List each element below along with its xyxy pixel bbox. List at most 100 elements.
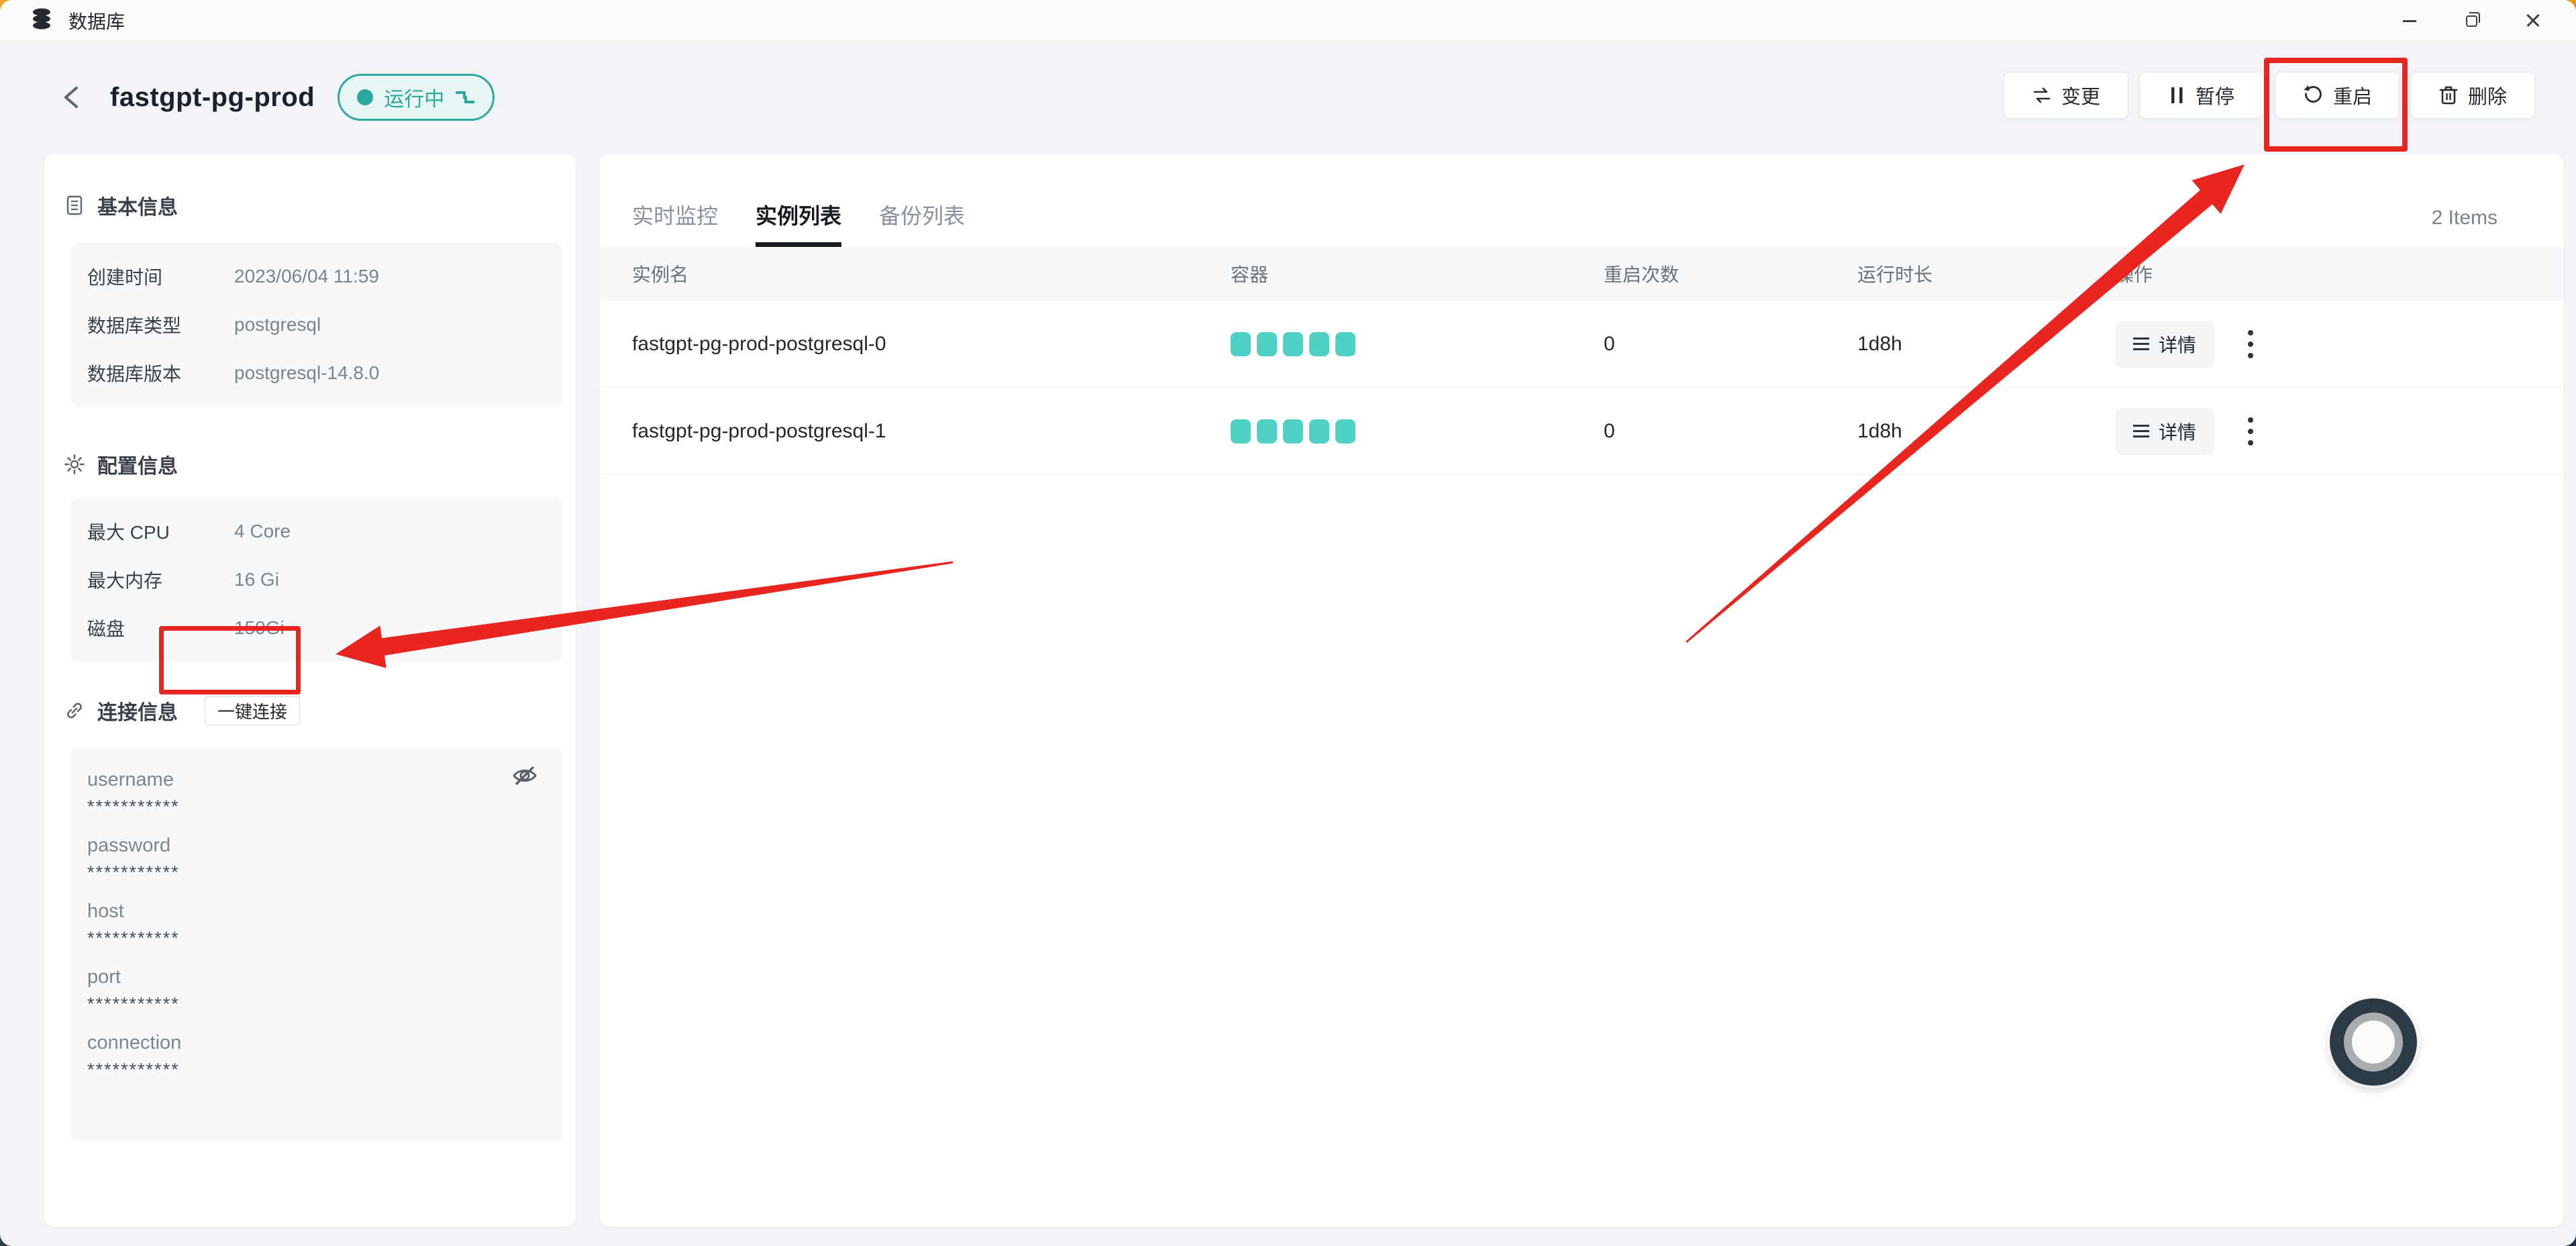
info-label: 最大内存: [87, 566, 234, 593]
column-instance-name: 实例名: [600, 260, 1231, 287]
pause-button-label: 暂停: [2196, 81, 2234, 109]
gear-icon: [64, 454, 85, 475]
column-runtime: 运行时长: [1857, 260, 2115, 287]
credential-label: port: [87, 966, 542, 988]
detail-button-label: 详情: [2159, 331, 2196, 358]
activity-pulse-icon: [455, 87, 475, 107]
tabs: 实时监控 实例列表 备份列表: [632, 199, 1002, 247]
status-badge[interactable]: 运行中: [338, 74, 495, 121]
toggle-secret-visibility-button[interactable]: [507, 758, 542, 793]
back-button[interactable]: [59, 77, 90, 117]
minimize-button[interactable]: [2379, 0, 2440, 42]
tabs-row: 实时监控 实例列表 备份列表 2 Items: [600, 154, 2563, 247]
info-value: 16 Gi: [234, 569, 279, 590]
row-menu-kebab-icon[interactable]: [2244, 326, 2257, 362]
pod-square: [1309, 419, 1329, 444]
pod-square: [1335, 332, 1355, 356]
minimize-icon: [2403, 20, 2416, 22]
column-operations: 操作: [2115, 260, 2563, 287]
info-row: 数据库版本 postgresql-14.8.0: [70, 349, 562, 397]
restart-button[interactable]: 重启: [2275, 72, 2400, 119]
change-button[interactable]: 变更: [2004, 72, 2128, 119]
credential-label: username: [87, 769, 542, 791]
restart-count: 0: [1604, 333, 1857, 356]
detail-button[interactable]: 详情: [2115, 408, 2214, 455]
eye-off-icon: [509, 760, 540, 791]
pod-square: [1257, 419, 1277, 444]
pod-square: [1283, 332, 1303, 356]
tab-instance-list[interactable]: 实例列表: [756, 199, 841, 247]
row-menu-kebab-icon[interactable]: [2244, 413, 2257, 450]
restart-icon: [2302, 85, 2324, 106]
status-label: 运行中: [384, 83, 444, 112]
page-title: fastgpt-pg-prod: [110, 83, 315, 113]
restart-count: 0: [1604, 420, 1857, 443]
credential-masked-value: ***********: [87, 796, 542, 817]
tab-backup-list[interactable]: 备份列表: [879, 199, 965, 247]
column-containers: 容器: [1231, 260, 1604, 287]
info-row: 数据库类型 postgresql: [70, 301, 562, 349]
config-info-panel: 最大 CPU 4 Core 最大内存 16 Gi 磁盘 150Gi: [70, 498, 562, 662]
one-click-connect-button[interactable]: 一键连接: [205, 696, 300, 725]
credential-label: password: [87, 835, 542, 857]
connection-info-header: 连接信息 一键连接: [64, 694, 576, 727]
window-titlebar: 数据库: [0, 0, 2576, 42]
config-info-title: 配置信息: [97, 450, 178, 479]
document-icon: [64, 195, 85, 216]
restart-button-label: 重启: [2333, 81, 2372, 109]
pause-button[interactable]: 暂停: [2139, 72, 2264, 119]
table-row[interactable]: fastgpt-pg-prod-postgresql-0 0 1d8h 详情: [600, 301, 2563, 388]
runtime: 1d8h: [1857, 420, 2115, 443]
credential-field: password ***********: [87, 835, 542, 883]
chevron-left-icon: [59, 83, 86, 112]
detail-button[interactable]: 详情: [2115, 321, 2214, 368]
list-lines-icon: [2133, 334, 2149, 354]
info-row: 最大内存 16 Gi: [70, 556, 562, 604]
credential-label: connection: [87, 1032, 542, 1054]
info-label: 最大 CPU: [87, 518, 234, 545]
basic-info-title: 基本信息: [97, 191, 178, 220]
link-icon: [64, 700, 85, 721]
app-window: 数据库 fastgpt-pg-prod 运行中 变更: [0, 0, 2576, 1246]
info-value: 4 Core: [234, 521, 291, 542]
pod-status-squares: [1231, 419, 1604, 444]
runtime: 1d8h: [1857, 333, 2115, 356]
credential-masked-value: ***********: [87, 928, 542, 949]
tab-realtime-monitoring[interactable]: 实时监控: [632, 199, 718, 247]
info-row: 创建时间 2023/06/04 11:59: [70, 252, 562, 301]
window-controls: [2379, 0, 2564, 42]
close-icon: [2526, 13, 2540, 28]
page-header: fastgpt-pg-prod 运行中: [59, 67, 495, 127]
header-actions: 变更 暂停 重启 删除: [2004, 72, 2535, 119]
trash-icon: [2438, 85, 2459, 106]
pod-square: [1257, 332, 1277, 356]
restore-button[interactable]: [2440, 0, 2502, 42]
detail-button-label: 详情: [2159, 418, 2196, 445]
info-row: 磁盘 150Gi: [70, 604, 562, 652]
connection-info-panel: username *********** password **********…: [70, 749, 562, 1141]
database-app-icon: [30, 7, 54, 34]
info-label: 磁盘: [87, 615, 234, 641]
instance-name: fastgpt-pg-prod-postgresql-0: [600, 333, 1231, 356]
table-row[interactable]: fastgpt-pg-prod-postgresql-1 0 1d8h 详情: [600, 388, 2563, 475]
table-header: 实例名 容器 重启次数 运行时长 操作: [600, 247, 2563, 301]
credential-field: username ***********: [87, 769, 542, 817]
delete-button[interactable]: 删除: [2410, 72, 2535, 119]
basic-info-header: 基本信息: [64, 154, 576, 220]
info-value: postgresql: [234, 314, 321, 335]
credential-masked-value: ***********: [87, 1059, 542, 1080]
change-button-label: 变更: [2061, 81, 2100, 109]
info-label: 创建时间: [87, 263, 234, 290]
connection-info-title: 连接信息: [97, 696, 178, 725]
credential-field: connection ***********: [87, 1032, 542, 1080]
instance-name: fastgpt-pg-prod-postgresql-1: [600, 420, 1231, 443]
pod-square: [1335, 419, 1355, 444]
close-button[interactable]: [2502, 0, 2564, 42]
pod-status-squares: [1231, 332, 1604, 356]
info-label: 数据库类型: [87, 311, 234, 338]
pod-square: [1309, 332, 1329, 356]
info-value: 150Gi: [234, 617, 285, 639]
credential-masked-value: ***********: [87, 862, 542, 883]
instances-main-panel: 实时监控 实例列表 备份列表 2 Items 实例名 容器 重启次数 运行时长 …: [600, 154, 2563, 1227]
info-row: 最大 CPU 4 Core: [70, 507, 562, 556]
